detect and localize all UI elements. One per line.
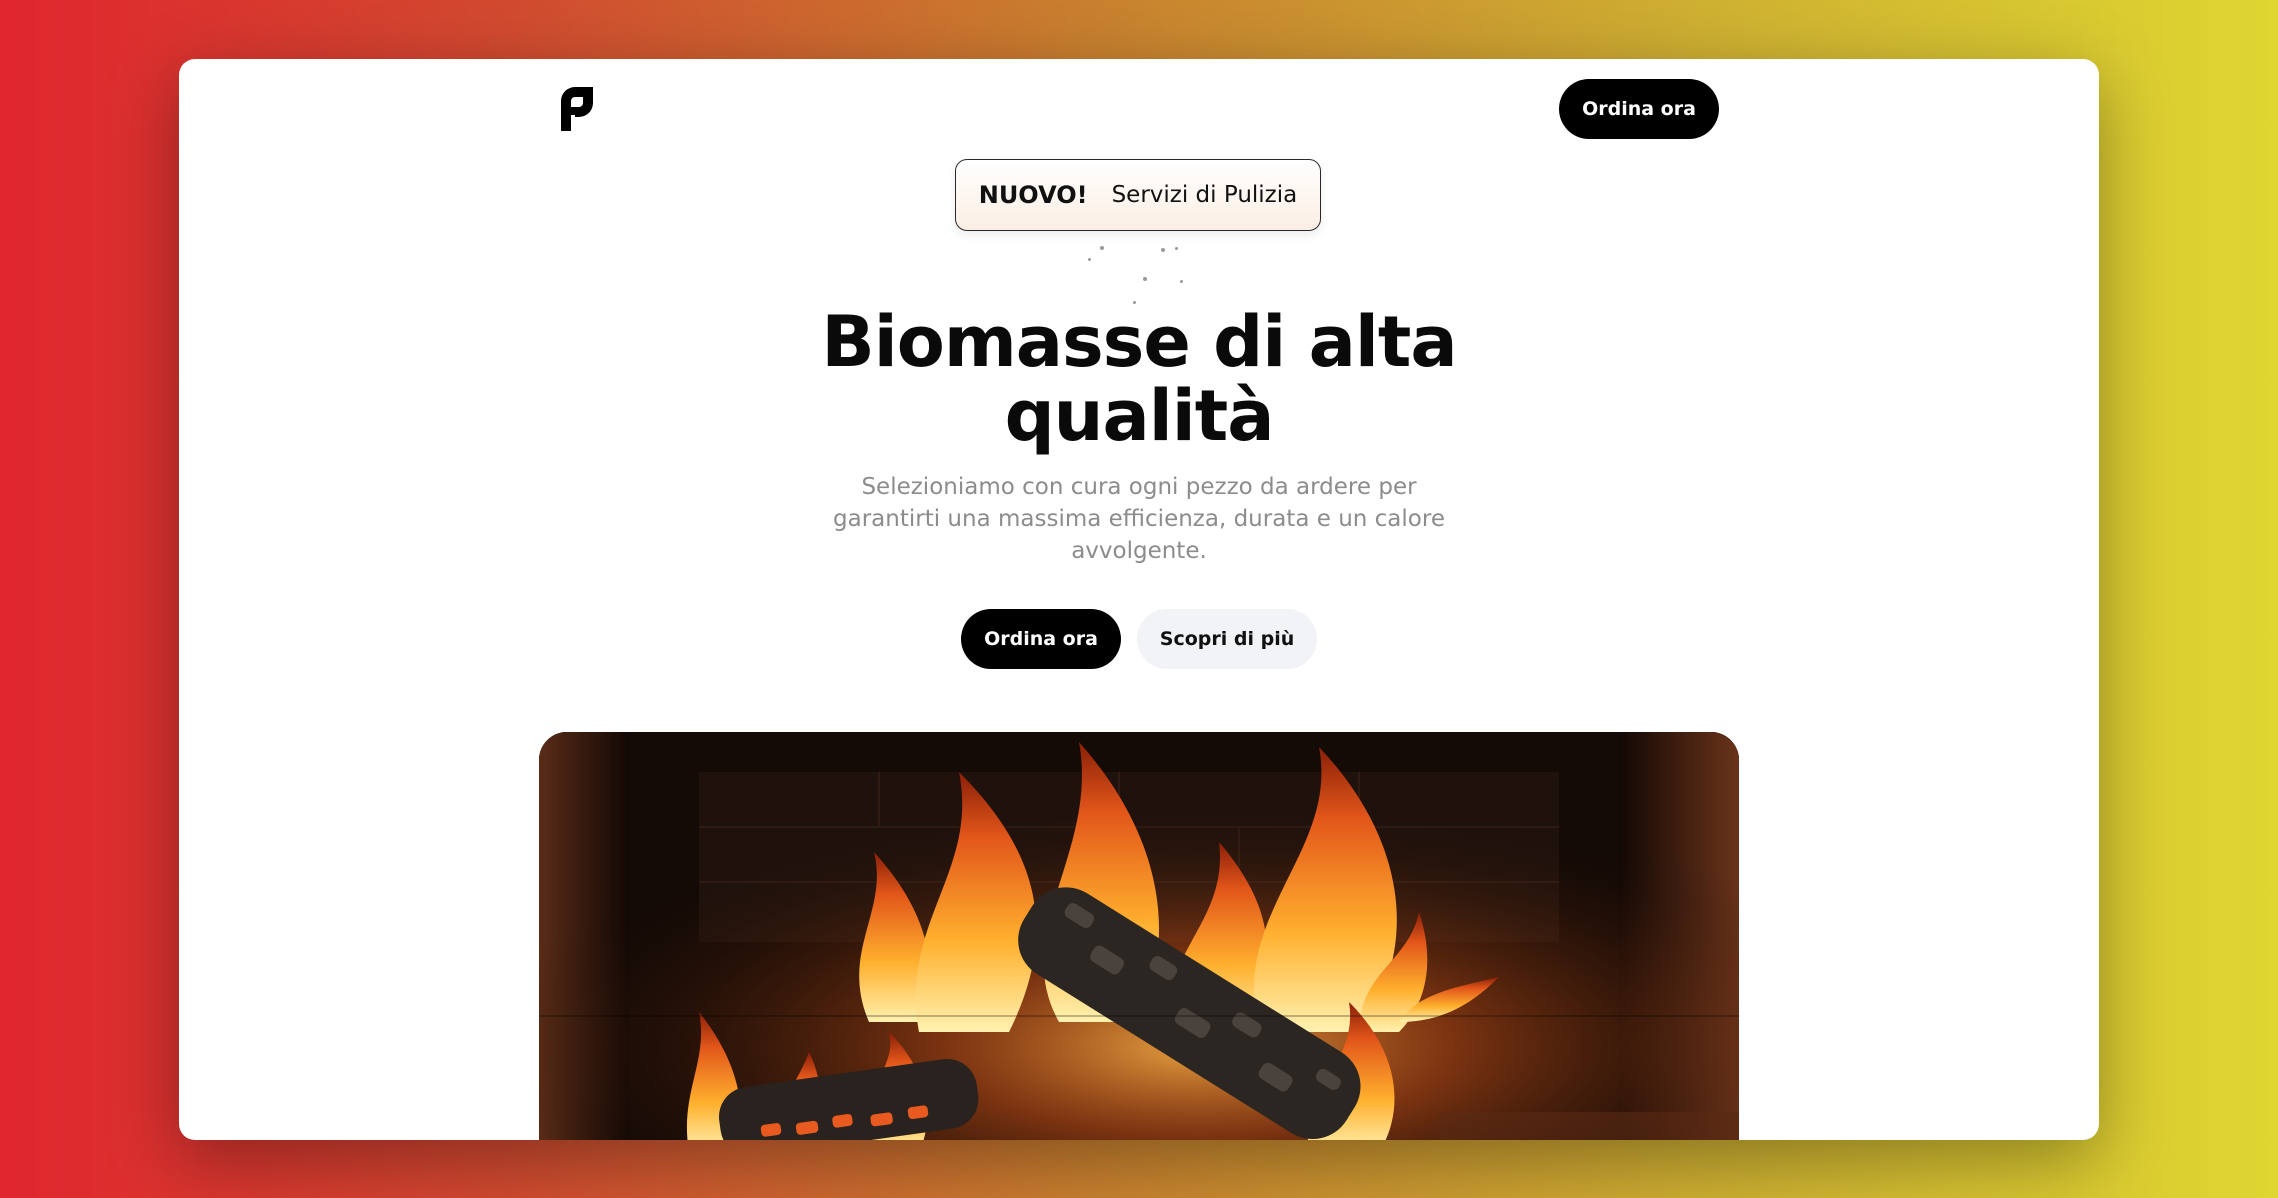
nav-order-button[interactable]: Ordina ora <box>1559 79 1719 139</box>
announcement-badge[interactable]: NUOVO! Servizi di Pulizia <box>955 159 1321 231</box>
sparkle-dot <box>1180 280 1183 283</box>
hero-title: Biomasse di alta qualità <box>821 301 1457 457</box>
badge-text: Servizi di Pulizia <box>1111 182 1298 208</box>
hero-order-button[interactable]: Ordina ora <box>961 609 1121 669</box>
sparkle-dot <box>1143 277 1147 281</box>
sparkle-dot <box>1088 258 1091 261</box>
sparkle-dot <box>1100 246 1104 250</box>
brand-logo-icon[interactable] <box>557 83 597 135</box>
sparkle-dot <box>1161 248 1165 252</box>
fireplace-flames-image <box>539 732 1739 1140</box>
fireplace-video[interactable] <box>539 732 1739 1140</box>
hero-subtitle: Selezioniamo con cura ogni pezzo da arde… <box>833 474 1445 564</box>
page-card: Ordina ora NUOVO! Servizi di Pulizia Bio… <box>179 59 2099 1140</box>
hero-learn-more-button[interactable]: Scopri di più <box>1137 609 1317 669</box>
sparkle-dot <box>1175 247 1178 250</box>
badge-new-label: NUOVO! <box>978 181 1088 209</box>
